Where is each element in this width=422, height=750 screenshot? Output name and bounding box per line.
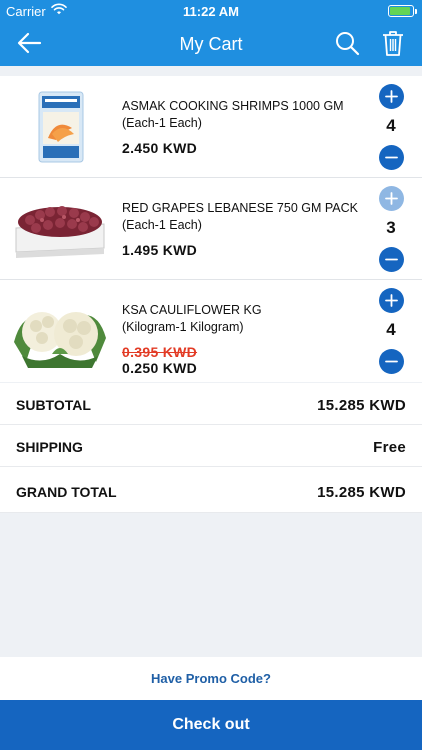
status-time: 11:22 AM (183, 4, 239, 19)
minus-icon (385, 360, 398, 363)
shipping-value: Free (373, 439, 406, 456)
grand-total-value: 15.285 KWD (317, 484, 406, 501)
subtotal-row: SUBTOTAL 15.285 KWD (0, 383, 422, 425)
grand-total-row: GRAND TOTAL 15.285 KWD (0, 467, 422, 513)
status-bar: Carrier 11:22 AM (0, 0, 422, 22)
product-unit: (Kilogram-1 Kilogram) (122, 320, 244, 334)
cart-list: ASMAK COOKING SHRIMPS 1000 GM (Each-1 Ea… (0, 76, 422, 382)
cart-item[interactable]: KSA CAULIFLOWER KG (Kilogram-1 Kilogram)… (0, 280, 422, 382)
product-price: 2.450 KWD (122, 140, 198, 156)
grand-total-label: GRAND TOTAL (16, 484, 117, 500)
product-price: 1.495 KWD (122, 242, 198, 258)
minus-button[interactable] (379, 145, 404, 170)
plus-icon (385, 192, 398, 205)
cart-item[interactable]: ASMAK COOKING SHRIMPS 1000 GM (Each-1 Ea… (0, 76, 422, 178)
product-price: 0.250 KWD (122, 360, 198, 376)
promo-code-link[interactable]: Have Promo Code? (0, 657, 422, 700)
trash-icon[interactable] (381, 30, 405, 56)
shipping-label: SHIPPING (16, 439, 83, 455)
plus-button[interactable] (379, 84, 404, 109)
item-info: ASMAK COOKING SHRIMPS 1000 GM (Each-1 Ea… (122, 98, 362, 156)
cart-item[interactable]: RED GRAPES LEBANESE 750 GM PACK (Each-1 … (0, 178, 422, 280)
minus-button[interactable] (379, 247, 404, 272)
grapes-product-image (15, 206, 105, 258)
product-name: RED GRAPES LEBANESE 750 GM PACK (122, 201, 358, 215)
promo-code-label: Have Promo Code? (151, 671, 271, 686)
battery-icon (388, 5, 417, 17)
plus-button[interactable] (379, 288, 404, 313)
item-info: KSA CAULIFLOWER KG (Kilogram-1 Kilogram)… (122, 302, 362, 376)
quantity-value: 3 (386, 218, 396, 237)
subtotal-value: 15.285 KWD (317, 397, 406, 414)
order-totals: SUBTOTAL 15.285 KWD SHIPPING Free GRAND … (0, 383, 422, 513)
shipping-row: SHIPPING Free (0, 425, 422, 467)
product-unit: (Each-1 Each) (122, 116, 202, 130)
minus-button[interactable] (379, 349, 404, 374)
shrimp-product-image (38, 91, 84, 163)
product-name: KSA CAULIFLOWER KG (122, 303, 262, 317)
minus-icon (385, 156, 398, 159)
product-unit: (Each-1 Each) (122, 218, 202, 232)
search-icon[interactable] (334, 30, 360, 56)
checkout-button[interactable]: Check out (0, 700, 422, 750)
plus-icon (385, 294, 398, 307)
quantity-value: 4 (386, 116, 396, 135)
item-info: RED GRAPES LEBANESE 750 GM PACK (Each-1 … (122, 200, 362, 258)
product-name: ASMAK COOKING SHRIMPS 1000 GM (122, 99, 344, 113)
subtotal-label: SUBTOTAL (16, 397, 91, 413)
plus-icon (385, 90, 398, 103)
product-old-price: 0.395 KWD (122, 344, 198, 360)
plus-button[interactable] (379, 186, 404, 211)
minus-icon (385, 258, 398, 261)
cauliflower-product-image (14, 312, 106, 368)
app-header: Carrier 11:22 AM My Cart (0, 0, 422, 66)
quantity-value: 4 (386, 320, 396, 339)
checkout-label: Check out (172, 716, 250, 733)
